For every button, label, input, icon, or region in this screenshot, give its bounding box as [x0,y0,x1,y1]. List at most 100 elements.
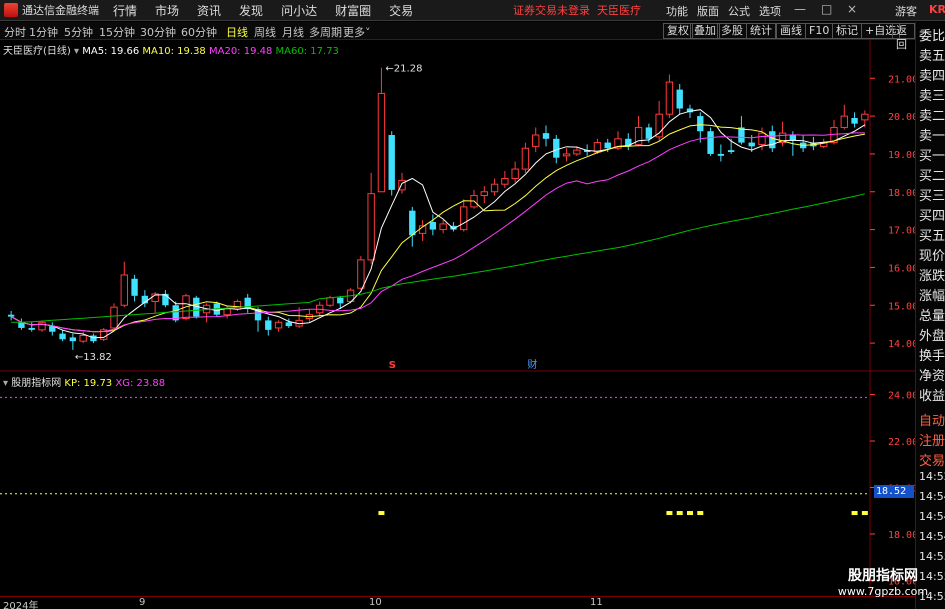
menu-caifuquan[interactable]: 财富圈 [335,2,371,19]
period-1min[interactable]: 1分钟 [29,24,58,40]
candle-body-down [697,116,704,132]
maximize-icon[interactable]: □ [821,2,832,16]
menu-gongneng[interactable]: 功能 [666,3,688,19]
side-item-11: 现价 [919,249,945,264]
tongji-button[interactable]: 统计 [746,23,776,39]
candle-body-down [769,131,776,149]
candle-body-down [717,153,725,156]
candle-body-up [357,259,365,289]
signal-mark [861,511,868,516]
candle-body-up [79,335,87,342]
ma20-line [10,132,865,333]
menu-shichang[interactable]: 市场 [155,2,179,19]
candle-body-down [162,293,169,306]
price-tick-label: 19.00 [888,150,915,161]
candle-body-down [851,117,858,124]
menu-banmian[interactable]: 版面 [697,3,719,19]
signal-mark [676,511,683,516]
biaoji-button[interactable]: 标记 [832,23,862,39]
sub-tick-label: 18.00 [888,530,915,541]
legend-toggle-icon[interactable]: ▾ [3,378,8,389]
signal-mark [687,511,693,516]
candle-body-down [28,327,35,330]
candle-body-down [553,138,560,158]
period-fenshi[interactable]: 分时 [4,24,26,40]
side-item-21[interactable]: 交易 [919,450,945,469]
price-tick-label: 16.00 [888,263,915,274]
period-30min[interactable]: 30分钟 [140,24,176,40]
chevron-down-icon: ˅ [365,26,371,39]
candle-body-up [861,113,869,121]
menu-faxian[interactable]: 发现 [239,2,263,19]
stock-name-top: 天臣医疗 [597,4,641,17]
candle-body-down [542,133,550,139]
minimize-icon[interactable]: — [794,2,806,16]
side-item-2: 卖四 [919,69,945,84]
side-item-25: 14:54 [919,530,945,543]
candle-body-down [727,150,735,153]
price-tick-label: 15.00 [888,301,915,312]
candle-body-down [707,131,714,154]
main-kline-chart[interactable]: 21.00 20.00 19.00 18.00 17.00 16.00 15.00 14.00… [0,40,915,372]
side-item-20[interactable]: 注册 [919,430,945,449]
ma60-value: MA60: 17.73 [275,46,339,57]
side-item-0: 委比 [919,29,945,44]
ma5-value: MA5: 19.66 [82,46,140,57]
legend-toggle-icon[interactable]: ▾ [74,46,79,57]
watermark-logo-text: 股朋指标网 [848,568,918,584]
indicator-title: 股朋指标网 [11,378,62,389]
period-5min[interactable]: 5分钟 [64,24,93,40]
menu-hangqing[interactable]: 行情 [113,2,137,19]
candle-body-up [562,153,571,157]
xg-value: XG: 23.88 [115,378,166,389]
side-item-19[interactable]: 自动 [919,410,945,429]
quote-side-panel: 委比 卖五 卖四 卖三 卖二 卖一 买一 买二 买三 买四 买五 现价 涨跌 涨幅 总量 外盘 换手 净资 收益 自动… [915,22,945,609]
date-label-oct: 10 [369,597,382,608]
period-15min[interactable]: 15分钟 [99,24,135,40]
signal-mark [851,511,858,516]
candle-body-down [645,127,653,139]
price-tick-label: 18.00 [888,188,915,199]
f10-button[interactable]: F10 [805,23,834,39]
duogu-button[interactable]: 多股 [717,23,747,39]
menu-zixun[interactable]: 资讯 [197,2,221,19]
candle-body-up [480,191,488,197]
period-toolbar: 分时 1分钟 5分钟 15分钟 30分钟 60分钟 日线 周线 月线 多周期 更… [0,22,915,51]
back-button[interactable]: 返回 [892,23,915,51]
diejia-button[interactable]: 叠加 [690,23,720,39]
marker-cai: 财 [527,358,537,371]
ma5-line [10,109,866,339]
ma60-line [11,193,866,323]
side-item-12: 涨跌 [919,269,945,284]
date-label-sep: 9 [139,597,146,608]
candle-body-up [532,134,540,147]
fuquan-button[interactable]: 复权 [663,23,693,39]
price-tick-label: 14.00 [888,339,915,350]
menu-xuanxiang[interactable]: 选项 [759,3,781,19]
login-notice[interactable]: 证券交易未登录 天臣医疗 [513,2,641,18]
period-weekly[interactable]: 周线 [254,24,276,40]
date-label-nov: 11 [590,597,603,608]
sub-indicator-chart[interactable]: 24.0022.0020.0018.0016.00 [0,372,915,596]
site-watermark: 股朋指标网 www.7gpzb.com [823,565,943,598]
side-item-24: 14:54 [919,510,945,523]
period-daily[interactable]: 日线 [226,24,248,40]
huaxian-button[interactable]: 画线 [776,23,806,39]
candle-body-up [840,115,848,128]
period-monthly[interactable]: 月线 [282,24,304,40]
period-more[interactable]: 更多˅ [343,24,371,40]
candle-body-up [326,297,334,306]
close-icon[interactable]: × [847,2,857,16]
low-price-label: ←13.82 [75,352,112,363]
menu-wenxiaoda[interactable]: 问小达 [281,2,317,19]
candle-body-down [59,333,66,340]
menu-gongshi[interactable]: 公式 [728,3,750,19]
candle-body-up [367,193,375,261]
guest-label[interactable]: 游客 [895,3,917,19]
sub-legend: ▾ 股朋指标网 KP: 19.73 XG: 23.88 [3,374,165,389]
candle-body-up [573,149,581,155]
period-multi[interactable]: 多周期 [309,24,342,40]
kp-value: KP: 19.73 [64,378,113,389]
menu-jiaoyi[interactable]: 交易 [389,2,413,19]
period-60min[interactable]: 60分钟 [181,24,217,40]
